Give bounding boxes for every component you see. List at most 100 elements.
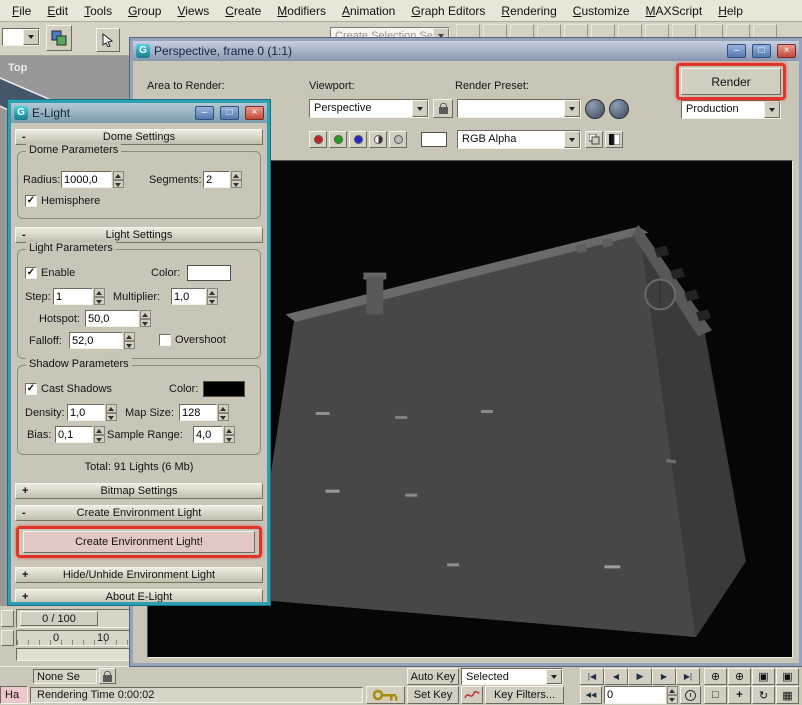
- render-button[interactable]: Render: [681, 68, 781, 95]
- sample-range-spinner[interactable]: [224, 426, 235, 443]
- radius-field[interactable]: [61, 171, 112, 188]
- menu-help[interactable]: Help: [710, 1, 751, 21]
- render-setup-icon[interactable]: [585, 99, 605, 119]
- density-spinner[interactable]: [106, 404, 117, 421]
- menu-group[interactable]: Group: [120, 1, 169, 21]
- previous-frame-button[interactable]: ◀: [604, 668, 628, 685]
- red-channel-button[interactable]: [309, 131, 327, 148]
- menu-graph-editors[interactable]: Graph Editors: [403, 1, 493, 21]
- go-to-end-button[interactable]: ▶|: [676, 668, 700, 685]
- frame-spinner[interactable]: [667, 686, 678, 704]
- menu-modifiers[interactable]: Modifiers: [269, 1, 334, 21]
- set-key-button[interactable]: Set Key: [407, 686, 459, 704]
- chevron-down-icon[interactable]: [564, 100, 580, 117]
- zoom-extents-all-icon[interactable]: ▣: [776, 668, 799, 685]
- bias-field[interactable]: [55, 426, 93, 443]
- selection-lock-button[interactable]: [99, 668, 116, 684]
- render-preset-select[interactable]: [457, 99, 581, 118]
- create-environment-light-button[interactable]: Create Environment Light!: [23, 531, 255, 553]
- rollout-about[interactable]: + About E-Light: [15, 589, 263, 605]
- cast-shadows-checkbox[interactable]: ✓: [25, 383, 37, 395]
- rollout-hide-unhide[interactable]: + Hide/Unhide Environment Light: [15, 567, 263, 583]
- menu-file[interactable]: File: [4, 1, 39, 21]
- arc-rotate-icon[interactable]: ↻: [752, 686, 775, 704]
- chevron-down-icon[interactable]: [564, 131, 580, 148]
- mono-channel-button[interactable]: [369, 131, 387, 148]
- hemisphere-checkbox[interactable]: ✓: [25, 195, 37, 207]
- chevron-down-icon[interactable]: [546, 669, 562, 684]
- rollout-create-environment-light[interactable]: - Create Environment Light: [15, 505, 263, 521]
- new-key-default-in-out-button[interactable]: [461, 686, 483, 704]
- falloff-spinner[interactable]: [124, 332, 135, 349]
- rollout-bitmap-settings[interactable]: + Bitmap Settings: [15, 483, 263, 499]
- menu-maxscript[interactable]: MAXScript: [638, 1, 711, 21]
- falloff-field[interactable]: [69, 332, 123, 349]
- step-field[interactable]: [53, 288, 93, 305]
- track-bar[interactable]: [16, 648, 130, 661]
- layer-manager-button[interactable]: [46, 25, 72, 51]
- step-spinner[interactable]: [94, 288, 105, 305]
- minimize-button[interactable]: –: [727, 44, 746, 58]
- menu-edit[interactable]: Edit: [39, 1, 76, 21]
- zoom-all-icon[interactable]: ⊕: [728, 668, 751, 685]
- chevron-down-icon[interactable]: [23, 29, 39, 45]
- radius-spinner[interactable]: [113, 171, 124, 188]
- rollout-light-settings[interactable]: - Light Settings: [15, 227, 263, 243]
- alpha-channel-button[interactable]: [389, 131, 407, 148]
- background-color-swatch[interactable]: [421, 132, 447, 147]
- production-select[interactable]: Production: [681, 100, 781, 119]
- sample-range-field[interactable]: [193, 426, 223, 443]
- segments-spinner[interactable]: [231, 171, 242, 188]
- time-slider-track[interactable]: 0 / 100: [16, 609, 130, 628]
- zoom-extents-icon[interactable]: ▣: [752, 668, 775, 685]
- environment-effects-icon[interactable]: [609, 99, 629, 119]
- viewport-select[interactable]: Perspective: [309, 99, 429, 118]
- map-size-field[interactable]: [179, 404, 217, 421]
- map-size-spinner[interactable]: [218, 404, 229, 421]
- overshoot-checkbox[interactable]: [159, 334, 171, 346]
- zoom-region-icon[interactable]: □: [704, 686, 727, 704]
- toggle-ui-button[interactable]: [605, 131, 623, 148]
- close-button[interactable]: ×: [245, 106, 264, 120]
- open-track-view-button[interactable]: [1, 630, 14, 646]
- zoom-icon[interactable]: ⊕: [704, 668, 727, 685]
- select-object-button[interactable]: [96, 28, 120, 52]
- menu-views[interactable]: Views: [169, 1, 217, 21]
- vfb-titlebar[interactable]: G Perspective, frame 0 (1:1) – □ ×: [133, 41, 799, 61]
- minimize-button[interactable]: –: [195, 106, 214, 120]
- maxscript-mini-listener[interactable]: Ha: [0, 686, 28, 704]
- segments-field[interactable]: [203, 171, 230, 188]
- menu-rendering[interactable]: Rendering: [493, 1, 564, 21]
- maximize-button[interactable]: □: [752, 44, 771, 58]
- light-color-swatch[interactable]: [187, 265, 231, 281]
- chevron-down-icon[interactable]: [412, 100, 428, 117]
- key-filters-button[interactable]: Key Filters...: [485, 686, 564, 704]
- green-channel-button[interactable]: [329, 131, 347, 148]
- menu-customize[interactable]: Customize: [565, 1, 638, 21]
- auto-key-button[interactable]: Auto Key: [407, 668, 459, 685]
- lock-viewport-button[interactable]: [433, 99, 453, 118]
- elight-titlebar[interactable]: G E-Light – □ ×: [11, 103, 267, 123]
- multiplier-field[interactable]: [171, 288, 206, 305]
- timeline-ruler[interactable]: 0 10: [16, 630, 130, 646]
- clone-rendered-frame-button[interactable]: [585, 131, 603, 148]
- key-selection-select[interactable]: Selected: [461, 668, 563, 685]
- menu-tools[interactable]: Tools: [76, 1, 120, 21]
- next-frame-button[interactable]: ▶: [652, 668, 676, 685]
- pan-icon[interactable]: +: [728, 686, 751, 704]
- multiplier-spinner[interactable]: [207, 288, 218, 305]
- blue-channel-button[interactable]: [349, 131, 367, 148]
- hotspot-spinner[interactable]: [140, 310, 151, 327]
- time-configuration-button[interactable]: [680, 686, 701, 704]
- go-to-start-button[interactable]: |◀: [580, 668, 604, 685]
- shadow-color-swatch[interactable]: [203, 381, 245, 397]
- maximize-button[interactable]: □: [220, 106, 239, 120]
- key-mode-toggle-button[interactable]: ◀◀: [580, 686, 602, 704]
- menu-create[interactable]: Create: [217, 1, 269, 21]
- chevron-down-icon[interactable]: [764, 101, 780, 118]
- rollout-dome-settings[interactable]: - Dome Settings: [15, 129, 263, 145]
- hotspot-field[interactable]: [85, 310, 139, 327]
- viewport-label[interactable]: Top: [8, 62, 27, 74]
- maximize-viewport-toggle-icon[interactable]: ▦: [776, 686, 799, 704]
- density-field[interactable]: [67, 404, 105, 421]
